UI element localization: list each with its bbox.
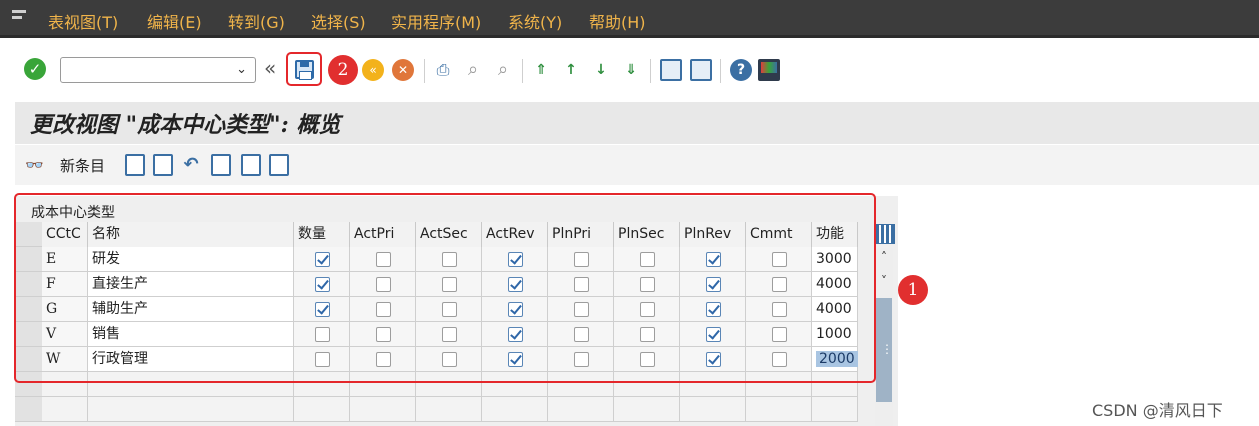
- empty-cell: [812, 397, 858, 422]
- row-selector[interactable]: [15, 397, 42, 422]
- toolbar-separator: [720, 59, 721, 83]
- collapse-double-arrow-icon[interactable]: «: [264, 56, 276, 80]
- back-icon[interactable]: «: [362, 59, 384, 81]
- scroll-thumb[interactable]: [876, 298, 893, 402]
- menu-system[interactable]: 系统(Y): [508, 9, 562, 33]
- deselect-all-icon[interactable]: [269, 154, 289, 176]
- undo-change-icon[interactable]: ↶: [181, 154, 201, 176]
- help-icon[interactable]: ?: [730, 59, 752, 81]
- display-change-icon[interactable]: 👓: [25, 156, 44, 174]
- empty-cell: [614, 397, 680, 422]
- delete-icon[interactable]: [153, 154, 173, 176]
- page-title: 更改视图 "成本中心类型": 概览: [30, 112, 341, 138]
- menu-bar: 表视图(T) 编辑(E) 转到(G) 选择(S) 实用程序(M) 系统(Y) 帮…: [0, 0, 1259, 38]
- save-button[interactable]: [286, 52, 322, 86]
- shortcut-icon[interactable]: [690, 59, 712, 81]
- last-page-icon[interactable]: ⇓: [620, 59, 642, 81]
- table-settings-icon[interactable]: [875, 224, 895, 244]
- annotation-badge-1: 1: [898, 275, 928, 305]
- menu-edit[interactable]: 编辑(E): [147, 9, 202, 33]
- standard-toolbar: ✓ ⌄ « 2 « ✕ ⎙ ⌕ ⌕ ⇑ ↑ ↓ ⇓ ?: [0, 41, 1259, 98]
- menu-utilities[interactable]: 实用程序(M): [391, 9, 481, 33]
- menu-selection[interactable]: 选择(S): [311, 9, 366, 33]
- application-toolbar: 👓 新条目 ↶: [15, 145, 1259, 185]
- floppy-save-icon: [295, 60, 314, 80]
- next-page-icon[interactable]: ↓: [590, 59, 612, 81]
- select-all-icon[interactable]: [211, 154, 231, 176]
- menu-goto[interactable]: 转到(G): [228, 9, 285, 33]
- find-next-icon: ⌕: [497, 59, 509, 80]
- cancel-icon[interactable]: ✕: [392, 59, 414, 81]
- watermark: CSDN @清风日下: [1092, 401, 1223, 420]
- print-icon[interactable]: ⎙: [432, 59, 454, 81]
- enter-check-icon[interactable]: ✓: [24, 58, 46, 80]
- copy-as-icon[interactable]: [125, 154, 145, 176]
- annotation-badge-2: 2: [328, 55, 358, 85]
- menu-table-view[interactable]: 表视图(T): [48, 9, 118, 33]
- empty-cell: [416, 397, 482, 422]
- find-icon: ⌕: [467, 59, 479, 80]
- select-block-icon[interactable]: [241, 154, 261, 176]
- empty-cell: [294, 397, 350, 422]
- empty-cell: [746, 397, 812, 422]
- menu-help[interactable]: 帮助(H): [589, 9, 646, 33]
- layout-menu-icon[interactable]: [758, 59, 780, 81]
- empty-cell: [482, 397, 548, 422]
- toolbar-separator: [424, 59, 425, 83]
- empty-cell: [88, 397, 294, 422]
- scroll-up-icon[interactable]: ˄: [875, 250, 893, 268]
- empty-cell: [42, 397, 88, 422]
- empty-cell: [548, 397, 614, 422]
- empty-cell: [350, 397, 416, 422]
- toolbar-separator: [650, 59, 651, 83]
- screen-title-bar: 更改视图 "成本中心类型": 概览: [15, 102, 1259, 144]
- first-page-icon[interactable]: ⇑: [530, 59, 552, 81]
- toolbar-separator: [522, 59, 523, 83]
- new-session-icon[interactable]: [660, 59, 682, 81]
- empty-cell: [680, 397, 746, 422]
- previous-page-icon[interactable]: ↑: [560, 59, 582, 81]
- chevron-down-icon[interactable]: ⌄: [236, 62, 247, 77]
- system-menu-icon[interactable]: [12, 10, 28, 24]
- command-field[interactable]: ⌄: [60, 57, 256, 83]
- new-entries-button[interactable]: 新条目: [60, 155, 105, 176]
- scroll-down-icon[interactable]: ˅: [875, 274, 893, 292]
- vertical-scrollbar[interactable]: ˄ ˅: [875, 248, 893, 426]
- highlight-outline-table: [14, 193, 876, 383]
